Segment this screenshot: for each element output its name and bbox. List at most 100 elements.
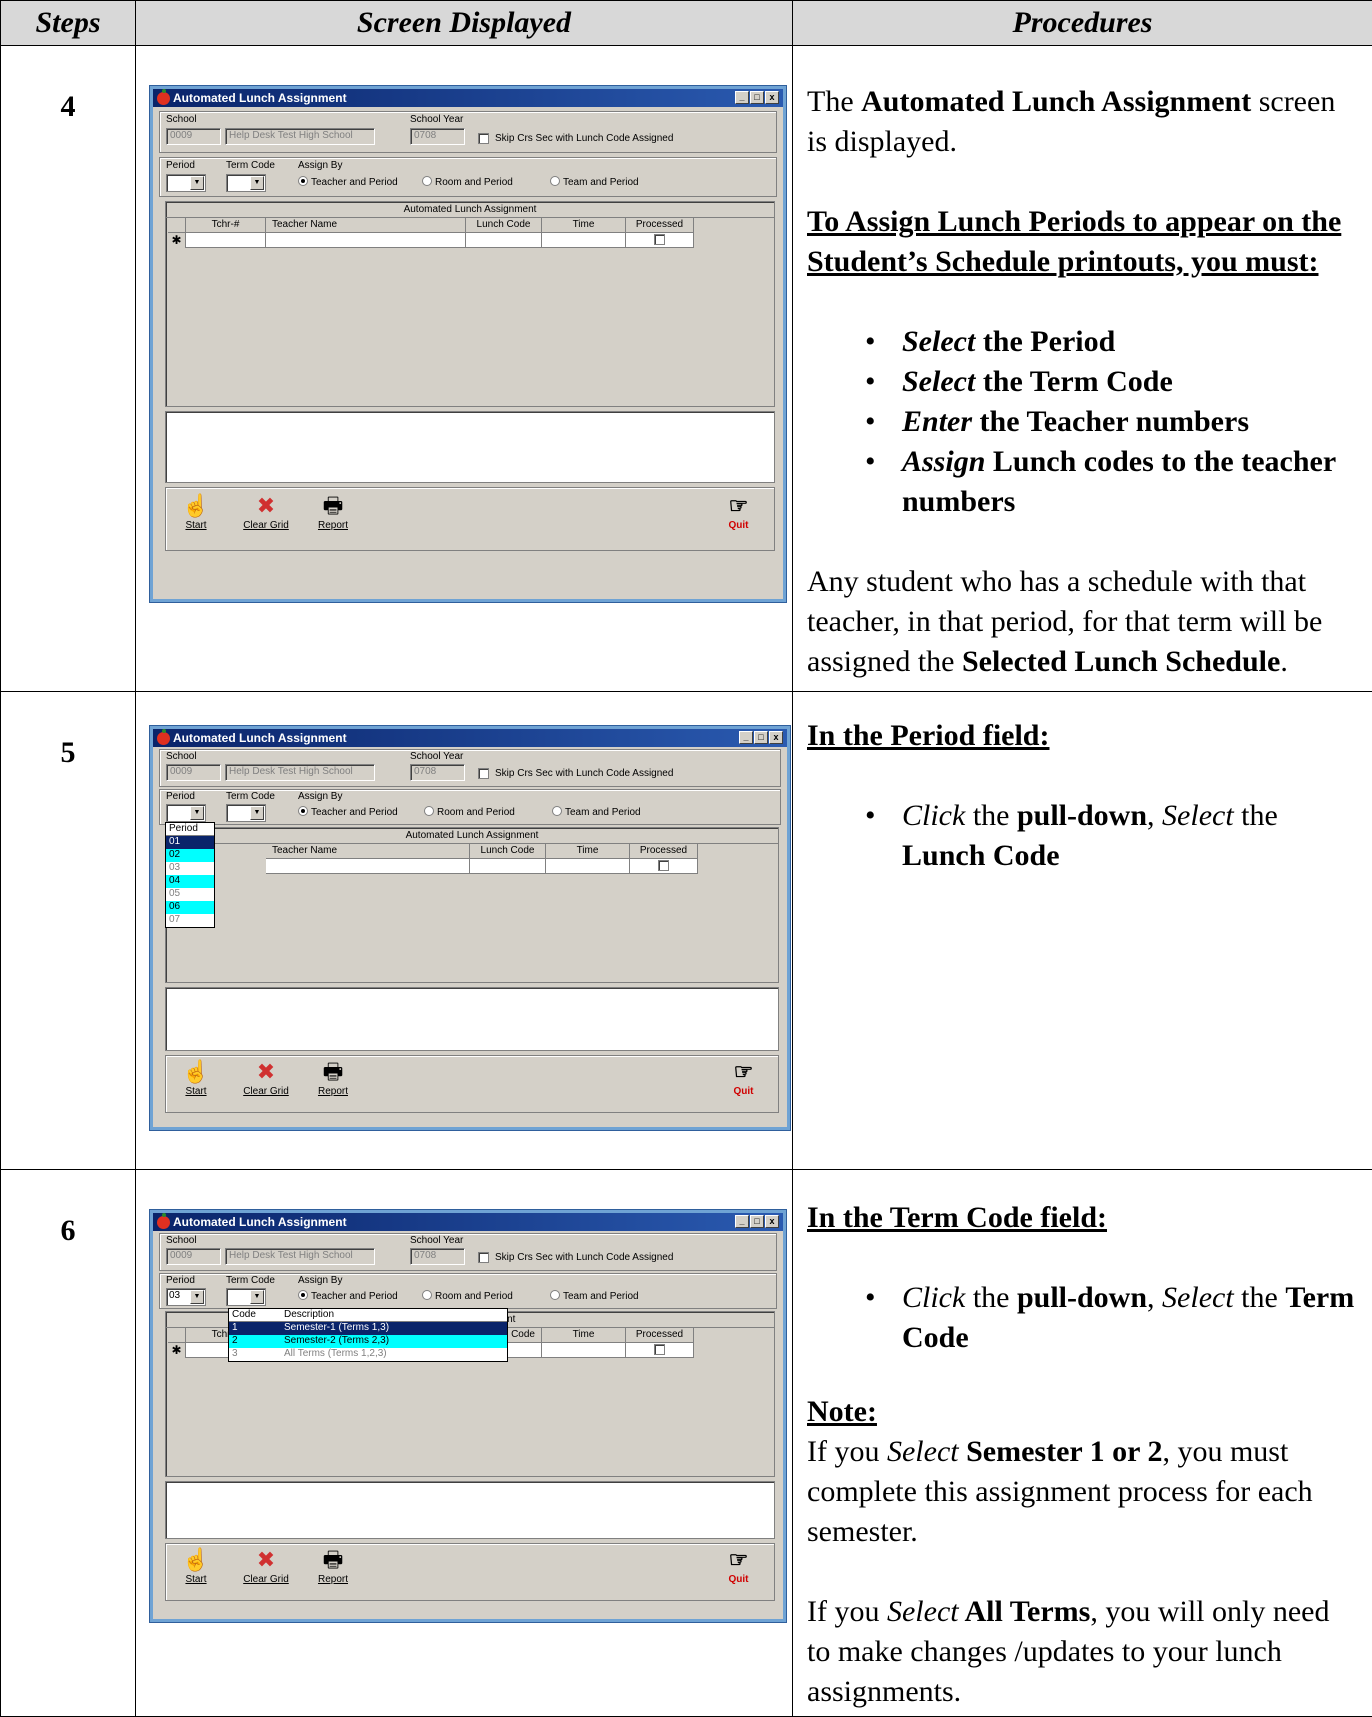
list-item: Enter the Teacher numbers [807,402,1360,442]
start-button[interactable]: ☝ Start [176,493,216,532]
procedure-table: Steps Screen Displayed Procedures 4 Auto… [0,0,1372,1717]
chevron-down-icon[interactable]: ▼ [190,806,204,820]
procedure-heading: To Assign Lunch Periods to appear on the… [807,205,1342,278]
title-bar: Automated Lunch Assignment _ □ x [153,1212,783,1231]
step-row-4: 4 Automated Lunch Assignment _ □ x Schoo… [0,45,1372,692]
list-item[interactable]: 3 All Terms (Terms 1,2,3) [229,1348,507,1361]
start-button[interactable]: ☝ Start [176,1547,216,1586]
school-name-field[interactable]: Help Desk Test High School [225,128,375,145]
lunch-grid[interactable]: Automated Lunch Assignment Tchr-# Teache… [165,201,775,407]
lunch-grid[interactable]: Automated Lunch Assignment Teacher Name … [165,827,779,983]
header-steps: Steps [0,0,136,46]
title-bar: Automated Lunch Assignment _ □ x [153,88,783,107]
apple-icon [157,728,170,745]
school-group: School 0009 Help Desk Test High School S… [159,1233,777,1271]
chevron-down-icon[interactable]: ▼ [250,1290,264,1304]
list-item[interactable]: 04 [166,875,214,888]
pointing-hand-icon: ☞ [728,1547,749,1572]
note-heading: Note: [807,1395,877,1428]
step-number: 6 [0,1169,136,1717]
pointing-hand-icon: ☞ [728,493,749,518]
maximize-button[interactable]: □ [750,1215,764,1228]
list-item[interactable]: 06 [166,901,214,914]
step-row-5: 5 Automated Lunch Assignment _ □ x Schoo… [0,691,1372,1170]
report-button[interactable]: 🖶 Report [308,494,358,532]
procedure-cell: The Automated Lunch Assignment screen is… [792,45,1372,692]
clear-x-icon: ✖ [256,1547,276,1572]
list-item[interactable]: 07 [166,914,214,927]
school-code-field[interactable]: 0009 [166,128,221,145]
period-label: Period [166,160,195,171]
start-button[interactable]: ☝ Start [176,1060,216,1098]
minimize-button[interactable]: _ [735,1215,749,1228]
chevron-down-icon[interactable]: ▼ [190,176,204,190]
clear-grid-button[interactable]: ✖ Clear Grid [236,1060,296,1098]
procedure-cell: In the Period field: Click the pull-down… [792,691,1372,1170]
list-item: Click the pull-down, Select the Term Cod… [807,1278,1360,1358]
screenshot-cell: Automated Lunch Assignment _ □ x School … [135,1169,793,1717]
quit-button[interactable]: ☞ Quit [716,1547,761,1586]
window-title: Automated Lunch Assignment [173,91,347,105]
list-item[interactable]: 1 Semester-1 (Terms 1,3) [229,1322,507,1335]
minimize-button[interactable]: _ [739,731,753,744]
procedure-list: Select the Period Select the Term Code E… [807,322,1360,522]
list-item[interactable]: 01 [166,836,214,849]
term-code-combo[interactable]: ▼ [226,804,266,822]
skip-label: Skip Crs Sec with Lunch Code Assigned [495,133,674,144]
list-item[interactable]: 05 [166,888,214,901]
chevron-down-icon[interactable]: ▼ [190,1290,204,1304]
button-bar: ☝ Start ✖ Clear Grid 🖶 Report ☞ Quit [165,1055,779,1113]
term-code-combo[interactable]: ▼ [226,1288,266,1306]
procedure-heading: In the Period field: [807,719,1050,752]
school-label: School [166,114,197,125]
school-year-label: School Year [410,114,464,125]
minimize-button[interactable]: _ [735,91,749,104]
term-code-combo[interactable]: ▼ [226,174,266,192]
button-bar: ☝ Start ✖ Clear Grid 🖶 Report ☞ Quit [165,487,775,551]
quit-button[interactable]: ☞ Quit [721,1060,766,1098]
list-item[interactable]: 03 [166,862,214,875]
close-button[interactable]: x [769,731,783,744]
chevron-down-icon[interactable]: ▼ [250,176,264,190]
header-procedures: Procedures [792,0,1372,46]
apple-icon [157,88,170,105]
list-item[interactable]: 02 [166,849,214,862]
list-item: Click the pull-down, Select the Lunch Co… [807,796,1360,876]
close-button[interactable]: x [765,1215,779,1228]
filter-group: Period ▼ Term Code ▼ Assign By Teacher a… [159,789,781,825]
list-item[interactable]: 2 Semester-2 (Terms 2,3) [229,1335,507,1348]
hand-pointer-icon: ☝ [182,493,210,518]
step-row-6: 6 Automated Lunch Assignment _ □ x Schoo… [0,1169,1372,1717]
list-item: Assign Lunch codes to the teacher number… [807,442,1360,522]
period-combo[interactable]: ▼ [166,174,206,192]
list-item: Select the Period [807,322,1360,362]
skip-checkbox[interactable] [478,1252,489,1263]
period-combo[interactable]: ▼ [166,804,206,822]
quit-button[interactable]: ☞ Quit [716,493,761,532]
report-button[interactable]: 🖶 Report [308,1060,358,1098]
hand-pointer-icon: ☝ [182,1547,210,1572]
period-combo[interactable]: 03 ▼ [166,1288,206,1306]
clear-grid-button[interactable]: ✖ Clear Grid [236,1547,296,1586]
close-button[interactable]: x [765,91,779,104]
term-code-dropdown[interactable]: Code Description 1 Semester-1 (Terms 1,3) … [228,1308,508,1362]
printer-icon: 🖶 [322,1547,344,1572]
processed-checkbox[interactable] [654,234,665,245]
radio-teacher-period[interactable]: Teacher and Period [298,176,398,188]
skip-checkbox[interactable] [478,768,489,779]
period-dropdown[interactable]: Period 01 02 03 04 05 06 07 [165,822,215,928]
step-number: 4 [0,45,136,692]
maximize-button[interactable]: □ [754,731,768,744]
new-row-icon: ✱ [168,1343,186,1358]
report-button[interactable]: 🖶 Report [308,1547,358,1586]
radio-room-period[interactable]: Room and Period [422,176,513,188]
procedure-cell: In the Term Code field: Click the pull-d… [792,1169,1372,1717]
maximize-button[interactable]: □ [750,91,764,104]
skip-checkbox[interactable] [478,133,489,144]
procedure-heading: In the Term Code field: [807,1201,1107,1234]
school-year-field[interactable]: 0708 [410,128,465,145]
chevron-down-icon[interactable]: ▼ [250,806,264,820]
procedure-list: Click the pull-down, Select the Lunch Co… [807,796,1360,876]
radio-team-period[interactable]: Team and Period [550,176,639,188]
clear-grid-button[interactable]: ✖ Clear Grid [236,494,296,532]
